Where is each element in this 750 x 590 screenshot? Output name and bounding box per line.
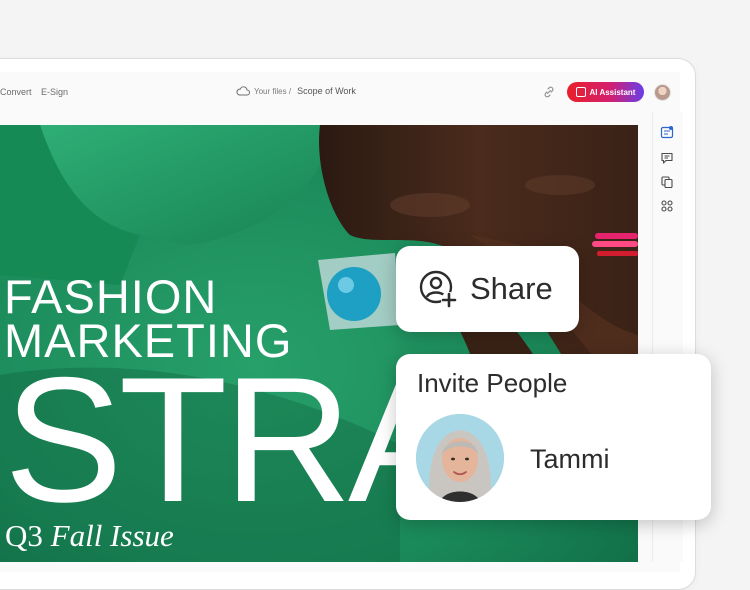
grid-apps-icon[interactable]	[660, 199, 674, 213]
person-name: Tammi	[530, 444, 610, 474]
esign-tab[interactable]: E-Sign	[41, 87, 68, 97]
breadcrumb: Your files / Scope of Work	[236, 86, 356, 96]
user-avatar[interactable]	[654, 84, 671, 101]
breadcrumb-root[interactable]: Your files /	[254, 87, 291, 96]
person-avatar[interactable]	[416, 414, 504, 502]
doc-title-big: STRA	[4, 340, 467, 539]
copy-pages-icon[interactable]	[660, 175, 674, 189]
comment-icon[interactable]	[660, 151, 674, 165]
convert-tab[interactable]: Convert	[0, 87, 32, 97]
document-name[interactable]: Scope of Work	[297, 86, 356, 96]
share-label: Share	[470, 271, 553, 306]
invite-heading: Invite People	[417, 368, 568, 398]
issue-line: Q3 Fall Issue	[5, 518, 174, 554]
cloud-icon	[236, 86, 250, 96]
add-person-icon	[419, 270, 457, 308]
edit-text-icon[interactable]	[660, 125, 674, 139]
issue-quarter: Q3	[5, 518, 43, 553]
link-icon[interactable]	[542, 85, 556, 99]
tammi-portrait	[416, 414, 504, 502]
ai-assistant-icon	[575, 87, 586, 97]
invite-people-panel: Invite People Tammi	[396, 354, 711, 520]
share-button[interactable]: Share	[396, 246, 579, 332]
issue-season: Fall Issue	[50, 518, 174, 553]
ai-assistant-label: AI Assistant	[589, 87, 636, 97]
ai-assistant-button[interactable]: AI Assistant	[567, 82, 644, 102]
